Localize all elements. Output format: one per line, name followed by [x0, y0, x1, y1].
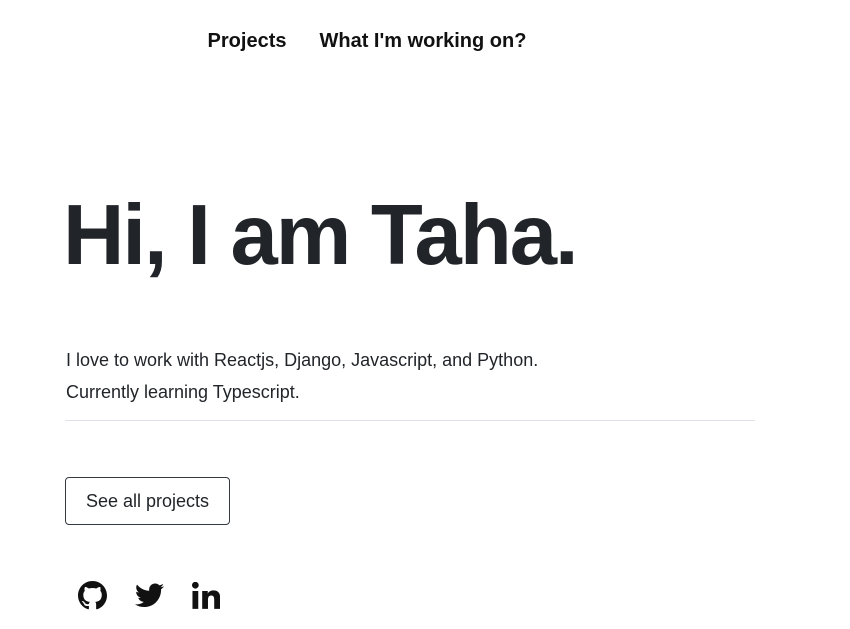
- github-link[interactable]: [78, 578, 135, 612]
- see-all-projects-button[interactable]: See all projects: [65, 477, 230, 525]
- bio-line-skills: I love to work with Reactjs, Django, Jav…: [66, 350, 539, 370]
- nav-link-projects[interactable]: Projects: [208, 26, 287, 56]
- twitter-icon: [135, 582, 164, 607]
- social-links: [78, 578, 249, 612]
- github-icon: [78, 580, 107, 609]
- twitter-link[interactable]: [135, 578, 192, 612]
- divider: [65, 420, 755, 421]
- linkedin-link[interactable]: [192, 578, 249, 612]
- linkedin-icon: [192, 581, 220, 609]
- top-nav: Projects What I'm working on?: [0, 26, 850, 56]
- bio-line-learning: Currently learning Typescript.: [66, 382, 300, 402]
- bio: I love to work with Reactjs, Django, Jav…: [66, 344, 538, 408]
- hero-title: Hi, I am Taha.: [63, 188, 579, 283]
- nav-link-working-on[interactable]: What I'm working on?: [319, 26, 526, 56]
